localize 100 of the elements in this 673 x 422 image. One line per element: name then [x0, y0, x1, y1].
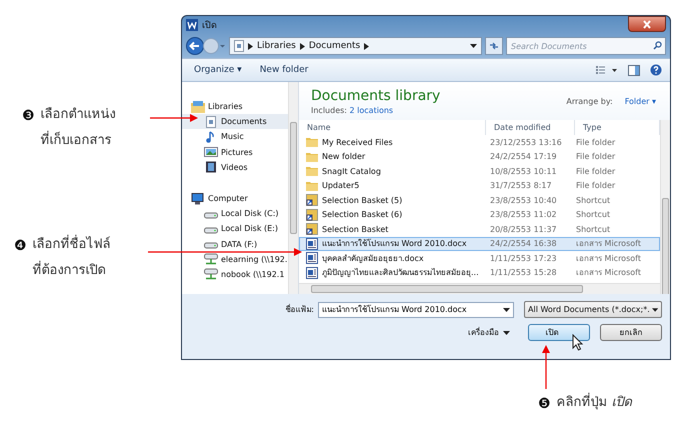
pointer-arrow — [150, 113, 198, 123]
refresh-button[interactable] — [485, 37, 503, 55]
file-row[interactable]: Selection Basket (6) 23/8/2553 11:02 Shortcut — [299, 208, 660, 222]
step-caption: คลิกที่ปุ่ม เปิด — [556, 393, 632, 413]
date-cell-text: 23/8/2553 11:02 — [489, 210, 558, 220]
file-row[interactable]: New folder 24/2/2554 17:19 File folder — [299, 150, 660, 164]
view-options-icon[interactable] — [596, 65, 618, 75]
pointer-arrow — [541, 345, 551, 389]
document-icon — [306, 238, 318, 250]
date-cell-text: 10/8/2553 10:11 — [489, 166, 558, 176]
type-cell-text: เอกสาร Microsoft — [575, 238, 642, 250]
dropdown-icon[interactable] — [503, 330, 510, 334]
step-caption: เลือกตำแหน่ง — [40, 106, 116, 124]
folder-icon — [306, 180, 318, 192]
scrollbar[interactable] — [288, 82, 298, 294]
close-button[interactable] — [628, 16, 666, 32]
sidebar-item[interactable]: Music — [182, 129, 288, 145]
file-name: My Received Files — [322, 138, 393, 147]
refresh-icon — [489, 41, 499, 51]
sidebar-item[interactable]: Local Disk (C:) — [182, 206, 288, 222]
breadcrumb-arrow-icon[interactable] — [248, 42, 253, 50]
file-row[interactable]: Selection Basket (5) 23/8/2553 10:40 Shortcut — [299, 193, 660, 208]
file-row[interactable]: SnagIt Catalog 10/8/2553 10:11 File folder — [299, 164, 660, 178]
toolbar-button[interactable]: New folder — [256, 65, 312, 75]
sidebar-item[interactable]: Local Disk (E:) — [182, 221, 288, 236]
scrollbar[interactable] — [660, 120, 670, 294]
dropdown-icon[interactable] — [503, 308, 510, 312]
sidebar-item[interactable]: Pictures — [182, 144, 288, 160]
date-cell-text: 1/11/2553 17:23 — [489, 254, 558, 263]
scrollbar[interactable] — [299, 283, 660, 294]
search-field[interactable]: Search Documents — [506, 37, 666, 55]
filename-field[interactable]: แนะนำการใช้โปรแกรม Word 2010.docx — [318, 302, 514, 318]
sidebar-item[interactable]: elearning (\\192. — [182, 252, 288, 267]
file-row[interactable]: Updater5 31/7/2553 8:17 File folder — [299, 178, 660, 193]
document-icon — [306, 252, 318, 264]
file-row[interactable]: บุคคลสำคัญสมัยอยุธยา.docx 1/11/2553 17:23 เอกสาร Microsoft — [299, 251, 660, 266]
mouse-cursor-icon — [572, 334, 584, 351]
type-cell-text: File folder — [575, 152, 616, 162]
file-row[interactable]: ภูมิปัญญาไทยและศิลปวัฒนธรรมไทยสมัยอยุ... 1/11/2553 15:28 เอกสาร Microsoft — [299, 266, 660, 280]
dropdown-icon[interactable] — [470, 44, 477, 48]
breadcrumb-arrow-icon[interactable] — [364, 42, 370, 50]
date-cell-text: 20/8/2553 11:37 — [489, 224, 558, 234]
window-title: เปิด — [202, 20, 217, 32]
sidebar-item[interactable]: DATA (F:) — [182, 236, 288, 252]
breadcrumb[interactable]: Libraries — [257, 41, 296, 51]
type-cell-text: เอกสาร Microsoft — [575, 252, 642, 265]
help-icon[interactable] — [650, 64, 662, 76]
sidebar-item[interactable]: Libraries — [182, 99, 288, 114]
word-icon — [186, 19, 198, 31]
step-number: ❸ — [22, 107, 35, 126]
type-cell-text: File folder — [575, 138, 616, 147]
date-cell-text: 24/2/2554 17:19 — [489, 152, 558, 162]
back-forward-icon[interactable] — [186, 36, 226, 56]
network-drive-icon — [204, 268, 218, 280]
step-caption: ที่เก็บเอกสาร — [40, 131, 116, 151]
tools-menu[interactable]: เครื่องมือ — [468, 326, 499, 339]
preview-pane-icon[interactable] — [628, 64, 640, 76]
file-row[interactable]: แนะนำการใช้โปรแกรม Word 2010.docx 24/2/2554 16:38 เอกสาร Microsoft — [299, 236, 660, 251]
open-button[interactable]: เปิด — [528, 324, 590, 341]
file-name: ภูมิปัญญาไทยและศิลปวัฒนธรรมไทยสมัยอยุ... — [322, 267, 479, 280]
sidebar-item[interactable]: nobook (\\192.1 — [182, 266, 288, 282]
column-header[interactable]: Date modified — [486, 120, 575, 135]
shortcut-icon — [306, 223, 318, 236]
filename-label: ชื่อแฟ้ม: — [285, 303, 314, 316]
file-name: บุคคลสำคัญสมัยอยุธยา.docx — [322, 252, 424, 265]
arrange-dropdown[interactable]: Folder ▾ — [624, 96, 656, 106]
close-icon — [642, 20, 652, 28]
file-name: New folder — [322, 152, 366, 162]
library-icon — [191, 100, 205, 113]
file-row[interactable]: My Received Files 23/12/2553 13:16 File folder — [299, 135, 660, 150]
library-title: Documents library — [311, 88, 440, 104]
step-number: ❺ — [538, 395, 551, 414]
sidebar-item[interactable]: Videos — [182, 160, 288, 175]
address-bar[interactable]: Libraries Documents — [229, 37, 482, 55]
toolbar-button[interactable]: Organize ▾ — [190, 65, 246, 75]
locations-link[interactable]: 2 locations — [350, 106, 394, 114]
film-icon — [204, 161, 218, 174]
date-cell-text: 31/7/2553 8:17 — [489, 181, 553, 190]
document-icon — [204, 116, 218, 128]
file-row[interactable]: Selection Basket 20/8/2553 11:37 Shortcut — [299, 222, 660, 236]
file-name: Selection Basket (5) — [322, 196, 402, 205]
shortcut-icon — [306, 208, 318, 221]
column-header[interactable]: Name — [299, 120, 486, 135]
library-icon — [234, 40, 244, 52]
cancel-button[interactable]: ยกเลิก — [600, 324, 662, 341]
type-cell-text: File folder — [575, 166, 616, 176]
file-name: SnagIt Catalog — [322, 166, 381, 176]
date-cell-text: 1/11/2553 15:28 — [489, 268, 558, 278]
folder-icon — [306, 150, 318, 163]
breadcrumb[interactable]: Documents — [308, 41, 360, 51]
sidebar-item[interactable]: Computer — [182, 190, 288, 206]
breadcrumb-arrow-icon[interactable] — [300, 42, 305, 50]
file-type-dropdown[interactable]: All Word Documents (*.docx;*. — [524, 301, 662, 318]
shortcut-icon — [306, 194, 318, 206]
search-icon — [653, 41, 662, 50]
folder-icon — [306, 165, 318, 178]
sidebar-item[interactable]: Documents — [182, 114, 288, 130]
includes-label: Includes: — [311, 106, 347, 114]
file-name: แนะนำการใช้โปรแกรม Word 2010.docx — [322, 238, 467, 250]
step-number: ❹ — [14, 237, 27, 256]
